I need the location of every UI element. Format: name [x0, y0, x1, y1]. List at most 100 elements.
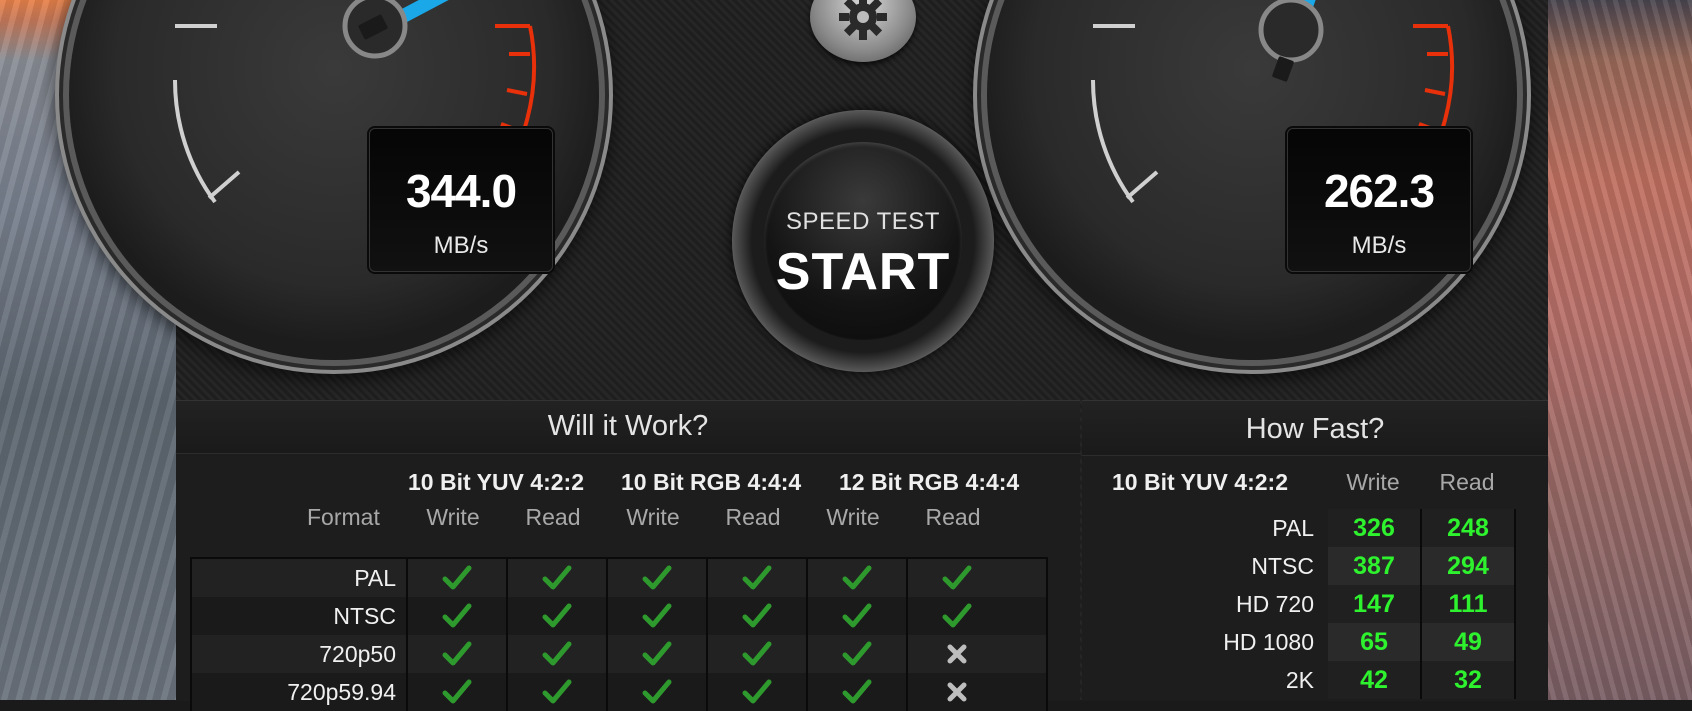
subcol-read: Read — [525, 504, 581, 530]
incompatible-cell — [908, 673, 1006, 711]
write-fps-value: 147 — [1328, 585, 1422, 623]
speed-table: PAL 326 248 NTSC 387 294 HD 720 147 111 HD 1080 65… — [1102, 509, 1516, 699]
format-name: HD 1080 — [1223, 629, 1314, 655]
checkmark-icon — [442, 641, 472, 666]
compatibility-table: PAL NTSC 720p50 720p59.94 — [190, 557, 1048, 711]
subcol-write: Write — [826, 504, 880, 530]
format-name: 720p59.94 — [192, 673, 408, 711]
table-row: NTSC 387 294 — [1102, 547, 1516, 585]
write-speed-readout: 344.0 MB/s — [369, 128, 553, 272]
subcol-read: Read — [925, 504, 981, 530]
table-row: NTSC — [192, 597, 1046, 635]
incompatible-cell — [908, 635, 1006, 673]
format-column-header: Format — [307, 504, 380, 530]
table-row: 2K 42 32 — [1102, 661, 1516, 699]
table-row: PAL — [192, 559, 1046, 597]
checkmark-icon — [742, 679, 772, 704]
how-fast-subcol-write: Write — [1346, 469, 1400, 495]
checkmark-icon — [842, 641, 872, 666]
compatible-cell — [508, 597, 608, 635]
disk-speed-test-window: 344.0 MB/s 262.3 MB/s SPEED TEST START W… — [69, 0, 1548, 711]
format-name: PAL — [1272, 515, 1314, 541]
checkmark-icon — [442, 679, 472, 704]
compatible-cell — [508, 635, 608, 673]
compatible-cell — [408, 597, 508, 635]
write-fps-value: 42 — [1328, 661, 1422, 699]
compatible-cell — [808, 635, 908, 673]
gear-icon — [839, 0, 887, 40]
format-name: NTSC — [1251, 553, 1314, 579]
compatible-cell — [708, 597, 808, 635]
start-button-label: START — [775, 243, 951, 301]
compatible-cell — [608, 597, 708, 635]
checkmark-icon — [542, 603, 572, 628]
start-button-bezel: SPEED TEST START — [732, 110, 994, 372]
compatible-cell — [708, 635, 808, 673]
compatible-cell — [708, 559, 808, 597]
write-speed-value: 344.0 — [405, 165, 517, 217]
checkmark-icon — [742, 603, 772, 628]
group-header-yuv422-10bit: 10 Bit YUV 4:2:2 — [408, 469, 584, 495]
checkmark-icon — [642, 603, 672, 628]
will-it-work-panel: Will it Work? 10 Bit YUV 4:2:2 10 Bit RG… — [176, 400, 1080, 711]
read-gauge: 262.3 MB/s — [987, 0, 1517, 360]
checkmark-icon — [542, 565, 572, 590]
checkmark-icon — [642, 565, 672, 590]
compatible-cell — [408, 635, 508, 673]
start-button-sublabel: SPEED TEST — [786, 208, 940, 235]
compatible-cell — [908, 597, 1006, 635]
table-row: PAL 326 248 — [1102, 509, 1516, 547]
checkmark-icon — [542, 641, 572, 666]
read-speed-readout: 262.3 MB/s — [1287, 128, 1471, 272]
read-fps-value: 248 — [1422, 509, 1516, 547]
how-fast-group-header: 10 Bit YUV 4:2:2 — [1112, 469, 1288, 495]
subcol-write: Write — [426, 504, 480, 530]
checkmark-icon — [942, 603, 972, 628]
subcol-read: Read — [725, 504, 781, 530]
compatible-cell — [908, 559, 1006, 597]
table-row: HD 720 147 111 — [1102, 585, 1516, 623]
write-fps-value: 387 — [1328, 547, 1422, 585]
compatible-cell — [508, 559, 608, 597]
how-fast-title: How Fast? — [1082, 401, 1548, 456]
checkmark-icon — [642, 679, 672, 704]
read-speed-unit: MB/s — [1351, 232, 1407, 259]
checkmark-icon — [442, 565, 472, 590]
read-fps-value: 111 — [1422, 585, 1516, 623]
cross-icon — [947, 644, 967, 664]
checkmark-icon — [442, 603, 472, 628]
compatible-cell — [608, 559, 708, 597]
read-fps-value: 294 — [1422, 547, 1516, 585]
gauge-area: 344.0 MB/s 262.3 MB/s SPEED TEST START — [69, 0, 1548, 400]
write-fps-value: 65 — [1328, 623, 1422, 661]
compatible-cell — [808, 597, 908, 635]
will-it-work-title: Will it Work? — [176, 401, 1080, 454]
compatible-cell — [808, 559, 908, 597]
table-row: 720p50 — [192, 635, 1046, 673]
how-fast-panel: How Fast? 10 Bit YUV 4:2:2 Write Read PA… — [1082, 400, 1548, 701]
group-header-rgb444-12bit: 12 Bit RGB 4:4:4 — [839, 469, 1020, 495]
format-name: PAL — [192, 559, 408, 597]
compatible-cell — [408, 559, 508, 597]
compatible-cell — [708, 673, 808, 711]
group-header-rgb444-10bit: 10 Bit RGB 4:4:4 — [621, 469, 802, 495]
compatible-cell — [608, 673, 708, 711]
read-fps-value: 32 — [1422, 661, 1516, 699]
checkmark-icon — [842, 603, 872, 628]
settings-button[interactable] — [810, 0, 916, 62]
checkmark-icon — [742, 565, 772, 590]
checkmark-icon — [542, 679, 572, 704]
format-name: 720p50 — [192, 635, 408, 673]
format-name: 2K — [1285, 667, 1314, 693]
write-gauge: 344.0 MB/s — [69, 0, 599, 360]
compatible-cell — [408, 673, 508, 711]
checkmark-icon — [742, 641, 772, 666]
compatible-cell — [608, 635, 708, 673]
checkmark-icon — [642, 641, 672, 666]
how-fast-subcol-read: Read — [1439, 469, 1495, 495]
table-row: 720p59.94 — [192, 673, 1046, 711]
checkmark-icon — [842, 679, 872, 704]
compatible-cell — [808, 673, 908, 711]
subcol-write: Write — [626, 504, 680, 530]
start-speed-test-button[interactable]: SPEED TEST START — [764, 142, 962, 340]
